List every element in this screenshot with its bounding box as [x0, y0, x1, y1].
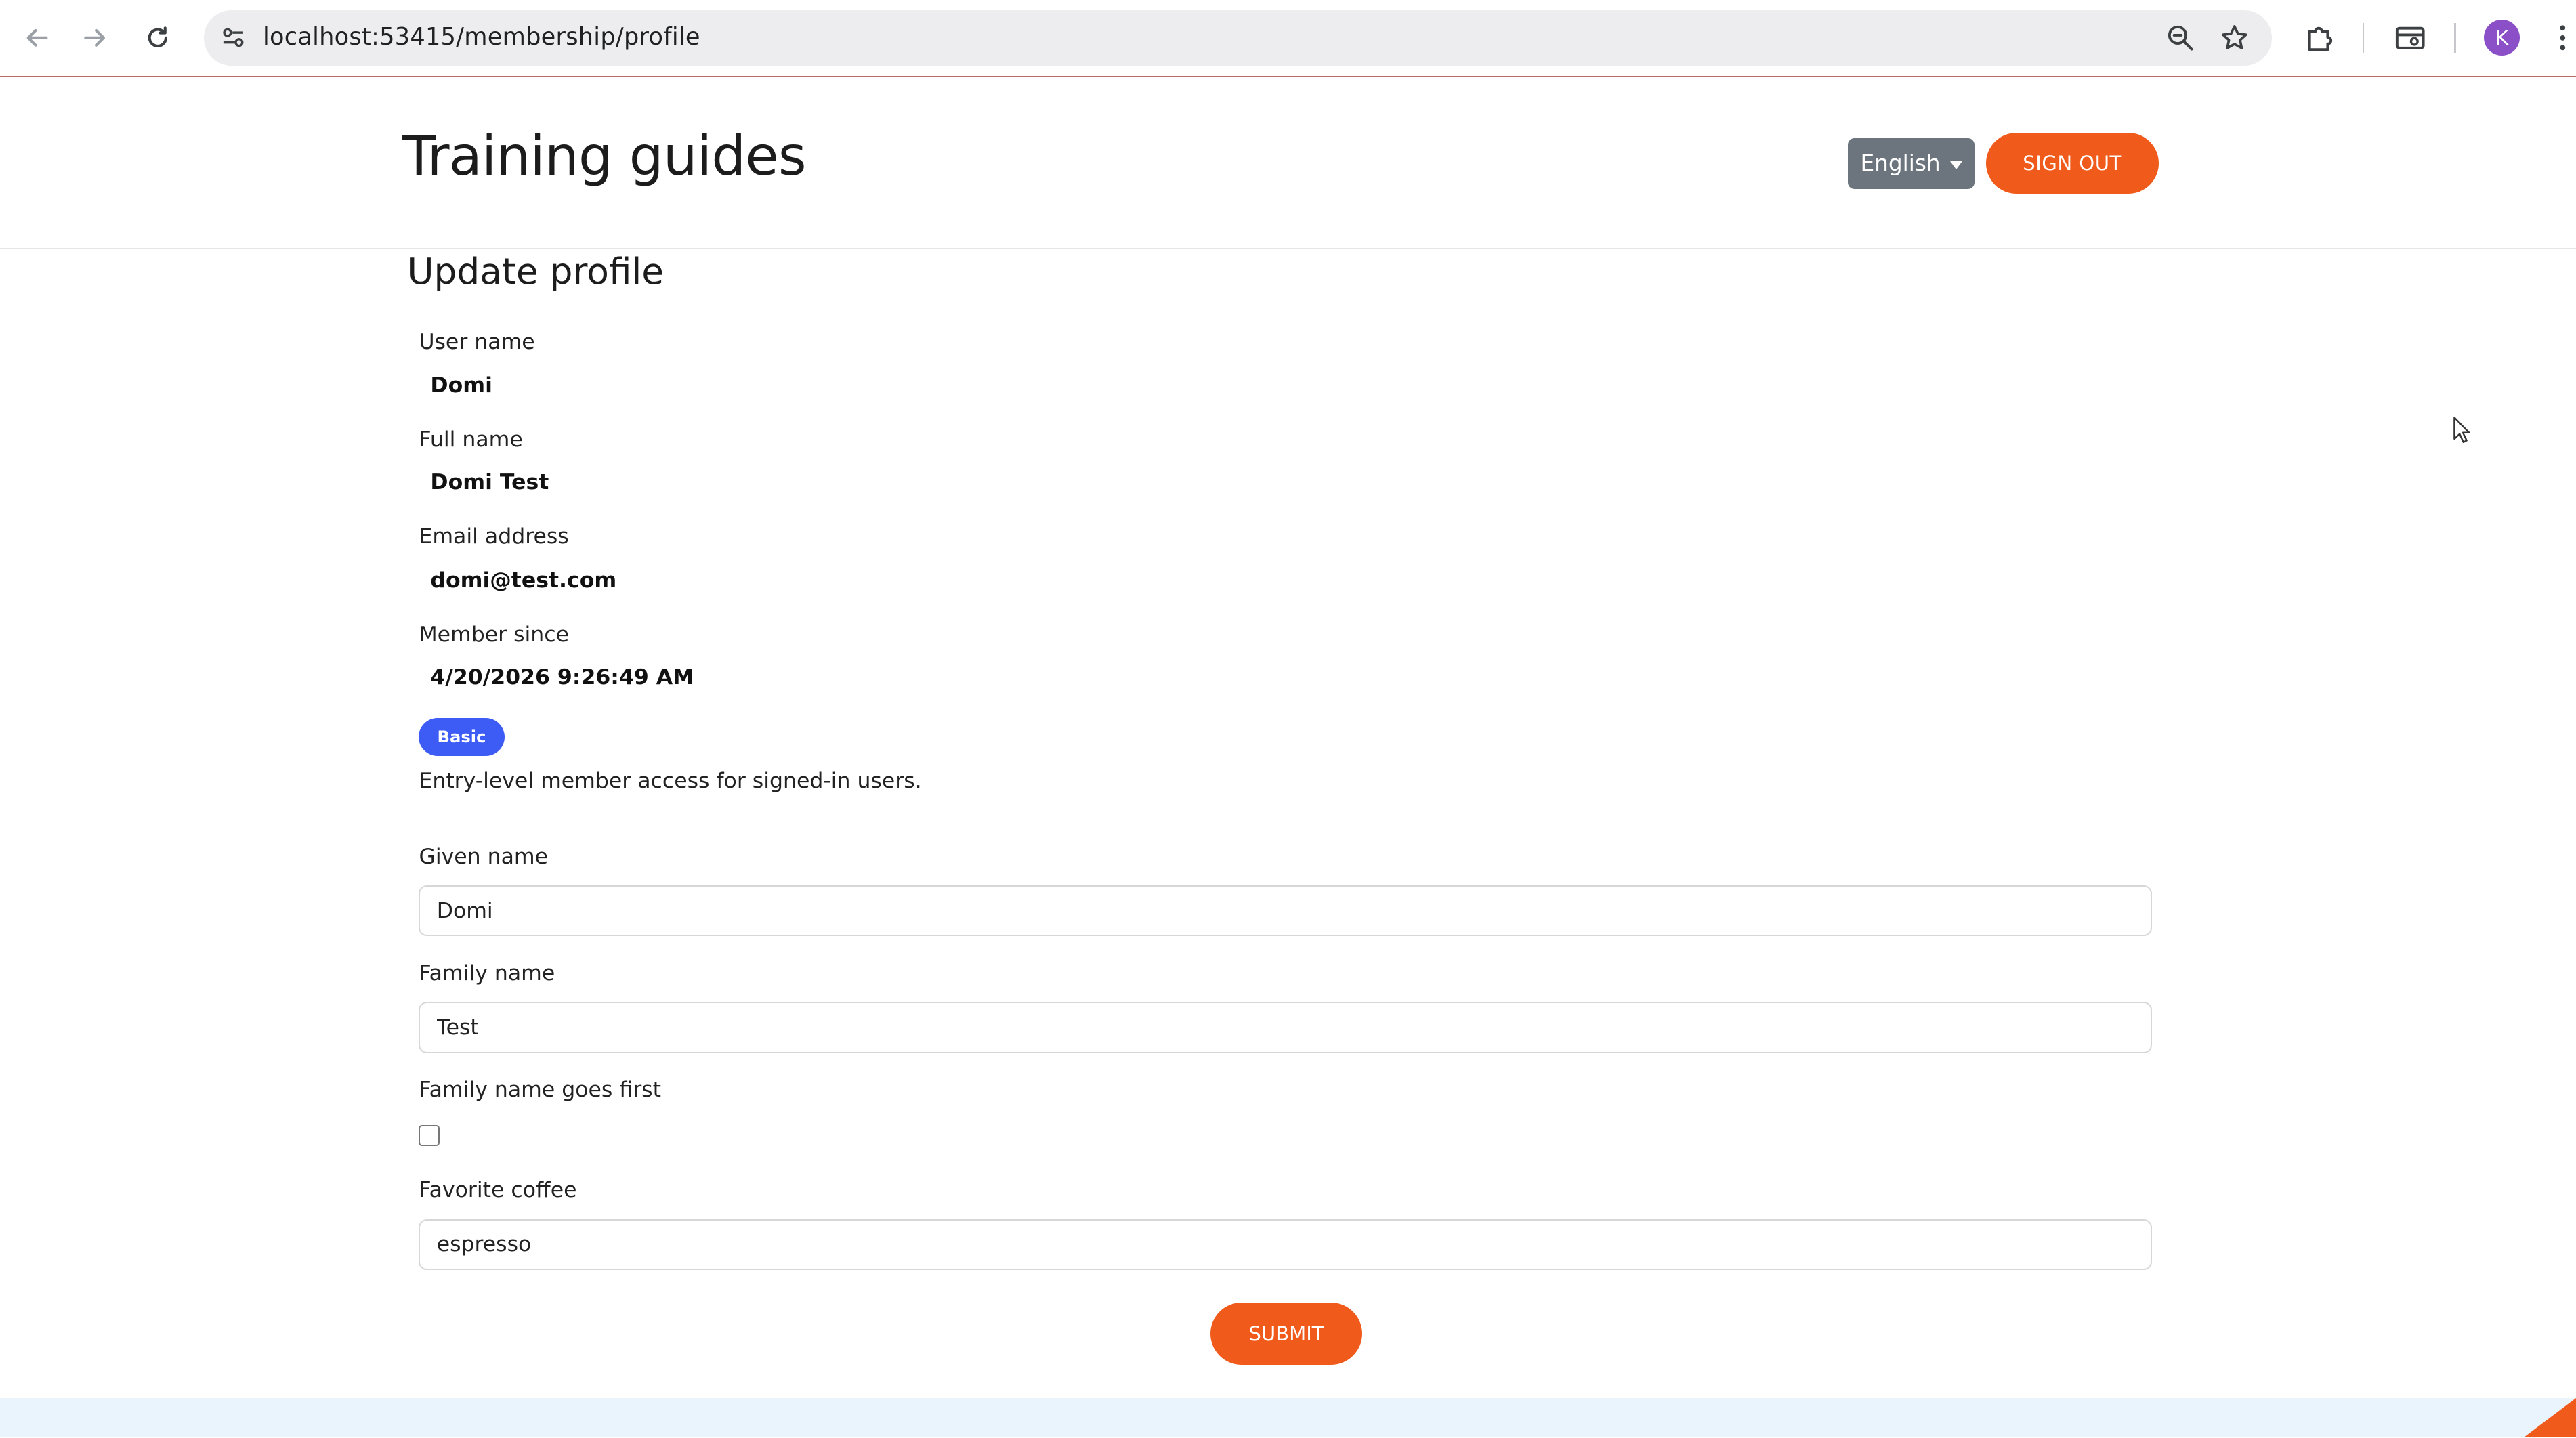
address-bar[interactable]: localhost:53415/membership/profile — [203, 9, 2273, 66]
favorite-coffee-label: Favorite coffee — [419, 1177, 577, 1202]
user-name-label: User name — [419, 330, 535, 355]
full-name-label: Full name — [419, 427, 523, 452]
favorite-coffee-input[interactable] — [419, 1219, 2153, 1270]
zoom-icon[interactable] — [2163, 22, 2197, 55]
family-name-label: Family name — [419, 960, 555, 986]
forward-icon[interactable] — [76, 18, 115, 58]
mouse-cursor-icon — [2453, 416, 2472, 450]
email-value: domi@test.com — [430, 568, 617, 593]
tier-badge: Basic — [419, 717, 505, 756]
tab-search-icon[interactable] — [2390, 18, 2430, 58]
family-first-label: Family name goes first — [419, 1077, 661, 1102]
full-name-value: Domi Test — [430, 469, 549, 494]
more-menu-icon[interactable] — [2543, 18, 2576, 58]
family-name-input[interactable] — [419, 1002, 2153, 1053]
member-since-label: Member since — [419, 622, 569, 648]
submit-button[interactable]: SUBMIT — [1210, 1303, 1362, 1366]
tier-description: Entry-level member access for signed-in … — [419, 769, 922, 794]
toolbar-divider — [2454, 22, 2456, 53]
sign-out-button[interactable]: SIGN OUT — [1986, 133, 2159, 194]
caret-down-icon — [1950, 161, 1963, 169]
given-name-label: Given name — [419, 844, 549, 869]
url-text[interactable]: localhost:53415/membership/profile — [263, 23, 700, 51]
footer-accent-shape — [2523, 1398, 2576, 1438]
site-title[interactable]: Training guides — [402, 125, 806, 188]
member-since-value: 4/20/2026 9:26:49 AM — [430, 665, 694, 690]
browser-toolbar: localhost:53415/membership/profile K — [0, 0, 2576, 77]
language-label: English — [1860, 150, 1941, 177]
reload-icon[interactable] — [138, 18, 177, 58]
footer-band — [0, 1397, 2576, 1438]
toolbar-divider — [2362, 22, 2364, 53]
page-title: Update profile — [407, 249, 664, 293]
email-label: Email address — [419, 524, 569, 549]
bookmark-star-icon[interactable] — [2216, 20, 2252, 56]
user-name-value: Domi — [430, 373, 492, 398]
profile-avatar[interactable]: K — [2484, 20, 2520, 56]
extensions-icon[interactable] — [2300, 18, 2339, 58]
language-dropdown[interactable]: English — [1848, 138, 1975, 189]
site-settings-icon[interactable] — [217, 22, 250, 55]
family-first-checkbox[interactable] — [419, 1125, 440, 1146]
site-header: Training guides English SIGN OUT — [0, 77, 2576, 250]
given-name-input[interactable] — [419, 885, 2153, 937]
back-icon[interactable] — [16, 18, 56, 58]
